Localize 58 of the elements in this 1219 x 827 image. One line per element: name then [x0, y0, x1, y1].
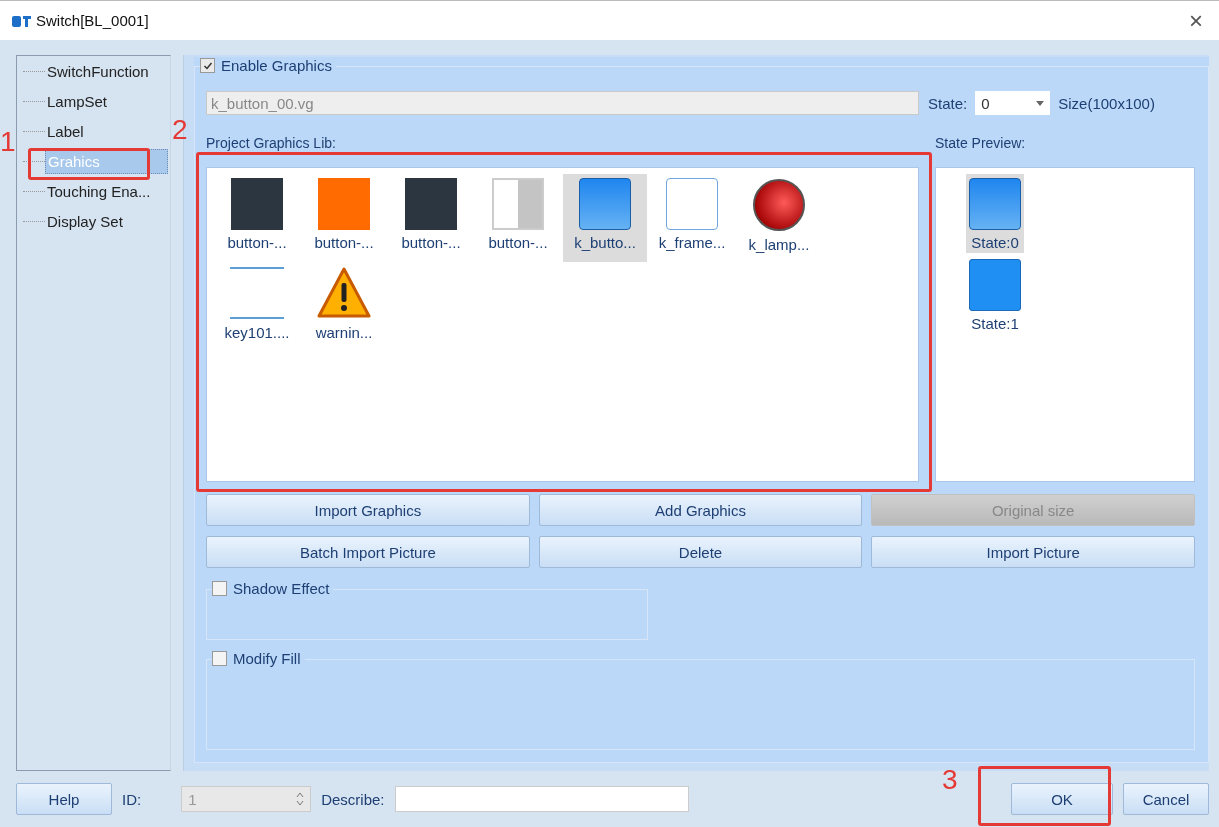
- caret-icon: [1036, 100, 1045, 106]
- graphic-item[interactable]: button-...: [476, 174, 560, 262]
- rounded-square-icon: [969, 259, 1021, 311]
- sidebar-item[interactable]: Display Set: [45, 209, 168, 233]
- fill-checkbox[interactable]: [212, 651, 227, 666]
- graphic-item[interactable]: button-...: [215, 174, 299, 262]
- sidebar-item[interactable]: SwitchFunction: [45, 59, 168, 83]
- shadow-label: Shadow Effect: [233, 580, 330, 597]
- lines-icon: [230, 266, 284, 320]
- square-icon: [231, 178, 283, 230]
- help-button[interactable]: Help: [16, 783, 112, 816]
- state-item[interactable]: State:0: [966, 174, 1024, 253]
- describe-label: Describe:: [321, 790, 385, 808]
- graphic-item[interactable]: button-...: [389, 174, 473, 262]
- action-button[interactable]: Import Graphics: [206, 494, 530, 526]
- state-item[interactable]: State:1: [966, 255, 1024, 334]
- sidebar-item[interactable]: Label: [45, 119, 168, 143]
- enable-checkbox[interactable]: [200, 58, 215, 73]
- sidebar-item[interactable]: LampSet: [45, 89, 168, 113]
- annotation-number: 2: [172, 114, 188, 146]
- action-button[interactable]: Batch Import Picture: [206, 536, 530, 568]
- id-label: ID:: [122, 790, 142, 808]
- gradient-button-icon: [579, 178, 631, 230]
- graphic-item[interactable]: k_lamp...: [737, 174, 821, 262]
- size-label: Size(100x100): [1058, 94, 1155, 112]
- close-button[interactable]: ×: [1183, 6, 1209, 35]
- annotation-number: 1: [0, 126, 16, 158]
- window-title: Switch[BL_0001]: [36, 12, 149, 29]
- annotation-number: 3: [942, 764, 958, 796]
- action-button[interactable]: Import Picture: [871, 536, 1195, 568]
- preview-label: State Preview:: [935, 134, 1027, 153]
- graphic-item[interactable]: k_frame...: [650, 174, 734, 262]
- describe-field[interactable]: [394, 786, 689, 813]
- enable-label: Enable Graphics: [221, 57, 332, 74]
- cancel-button[interactable]: Cancel: [1123, 783, 1209, 816]
- ok-button[interactable]: OK: [1011, 783, 1113, 816]
- shadow-checkbox[interactable]: [212, 581, 227, 596]
- graphic-item[interactable]: k_butto...: [563, 174, 647, 262]
- warning-icon: [317, 266, 371, 320]
- spinner-arrows-icon: [296, 792, 305, 807]
- action-button[interactable]: Add Graphics: [538, 494, 863, 526]
- app-logo-icon: [12, 13, 32, 28]
- frame-icon: [666, 178, 718, 230]
- action-button[interactable]: Delete: [538, 536, 863, 568]
- gradient-button-icon: [969, 178, 1021, 230]
- lamp-icon: [752, 178, 806, 232]
- split-square-icon: [492, 178, 544, 230]
- check-icon: [202, 60, 213, 71]
- graphic-item[interactable]: button-...: [302, 174, 386, 262]
- state-dropdown[interactable]: 0: [975, 91, 1051, 115]
- sidebar-item[interactable]: Touching Ena...: [45, 179, 168, 203]
- state-label: State:: [928, 94, 968, 112]
- fill-label: Modify Fill: [233, 650, 301, 667]
- square-icon: [405, 178, 457, 230]
- library-label: Project Graphics Lib:: [206, 134, 337, 153]
- square-icon: [318, 178, 370, 230]
- graphic-item[interactable]: warnin...: [302, 262, 386, 350]
- graphic-item[interactable]: key101....: [215, 262, 299, 350]
